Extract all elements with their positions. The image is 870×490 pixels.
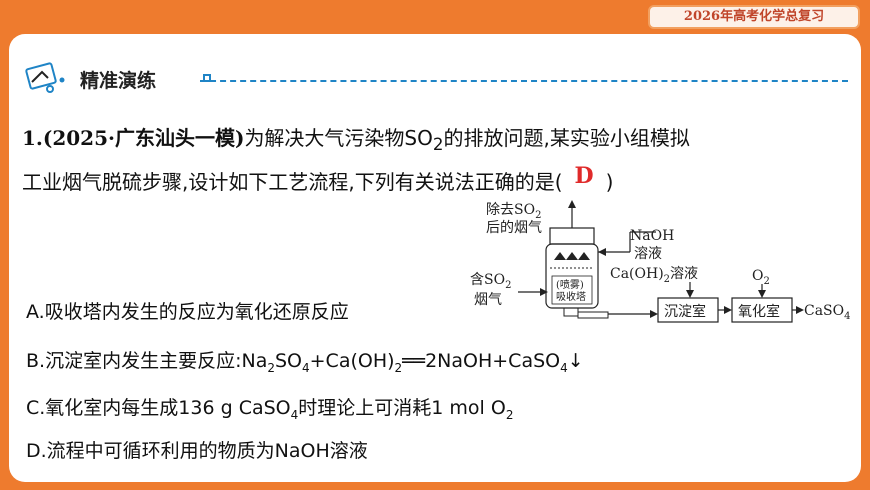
option-d: D.流程中可循环利用的物质为NaOH溶液 xyxy=(26,440,368,462)
option-b-text-4: ══2NaOH+CaSO xyxy=(402,350,561,372)
sub: 4 xyxy=(560,360,568,375)
label-solution: 溶液 xyxy=(634,246,662,262)
option-b-text-3: +Ca(OH) xyxy=(309,350,395,372)
label-o2: O2 xyxy=(752,268,770,287)
label-product: CaSO4 xyxy=(804,303,851,322)
option-b-text-2: SO xyxy=(274,350,302,372)
question-text-2-end: ) xyxy=(605,170,614,194)
answer-mark: D xyxy=(574,163,594,189)
option-a: A.吸收塔内发生的反应为氧化还原反应 xyxy=(26,301,349,323)
label-cleaned-gas: 除去SO2 xyxy=(486,202,541,221)
option-c-text-2: 时理论上可消耗1 mol O xyxy=(298,397,506,419)
section-divider xyxy=(200,80,848,82)
process-flow-diagram: 除去SO2 后的烟气 (喷雾) 吸收塔 NaOH 溶液 Ca(OH)2溶液 含S… xyxy=(470,200,851,323)
option-c: C.氧化室内每生成136 g CaSO4时理论上可消耗1 mol O2 xyxy=(26,393,513,422)
label-cleaned-gas-2: 后的烟气 xyxy=(486,220,542,236)
option-b-text-1: B.沉淀室内发生主要反应:Na xyxy=(26,350,268,372)
question-line-2: 工业烟气脱硫步骤,设计如下工艺流程,下列有关说法正确的是( D) xyxy=(22,163,614,195)
question-text-1-end: 的排放问题,某实验小组模拟 xyxy=(443,126,690,150)
label-spray: (喷雾) xyxy=(556,279,584,291)
label-settling: 沉淀室 xyxy=(664,303,706,320)
option-c-text-1: C.氧化室内每生成136 g CaSO xyxy=(26,397,291,419)
question-text-1: 为解决大气污染物SO xyxy=(244,126,433,150)
section-icon xyxy=(25,62,65,93)
question-sub: 2 xyxy=(432,135,444,154)
label-flue-gas: 烟气 xyxy=(474,292,502,308)
question-line-1: 1.(2025·广东汕头一模)为解决大气污染物SO2的排放问题,某实验小组模拟 xyxy=(22,122,690,154)
spray-nozzles xyxy=(554,252,590,260)
label-caoh2: Ca(OH)2溶液 xyxy=(610,266,698,285)
question-source: 1.(2025·广东汕头一模) xyxy=(22,126,245,150)
sub: 2 xyxy=(505,407,514,422)
label-oxidation: 氧化室 xyxy=(738,303,780,320)
label-so2-gas: 含SO2 xyxy=(470,272,511,291)
label-naoh: NaOH xyxy=(630,228,674,244)
option-b-text-5: ↓ xyxy=(567,350,584,372)
option-b: B.沉淀室内发生主要反应:Na2SO4+Ca(OH)2══2NaOH+CaSO4… xyxy=(26,346,584,375)
sub: 2 xyxy=(267,360,275,375)
sub: 4 xyxy=(302,360,310,375)
course-badge: 2026年高考化学总复习 xyxy=(648,5,860,29)
label-tower: 吸收塔 xyxy=(556,290,586,303)
question-text-2: 工业烟气脱硫步骤,设计如下工艺流程,下列有关说法正确的是( xyxy=(22,170,563,194)
section-title: 精准演练 xyxy=(80,70,157,92)
